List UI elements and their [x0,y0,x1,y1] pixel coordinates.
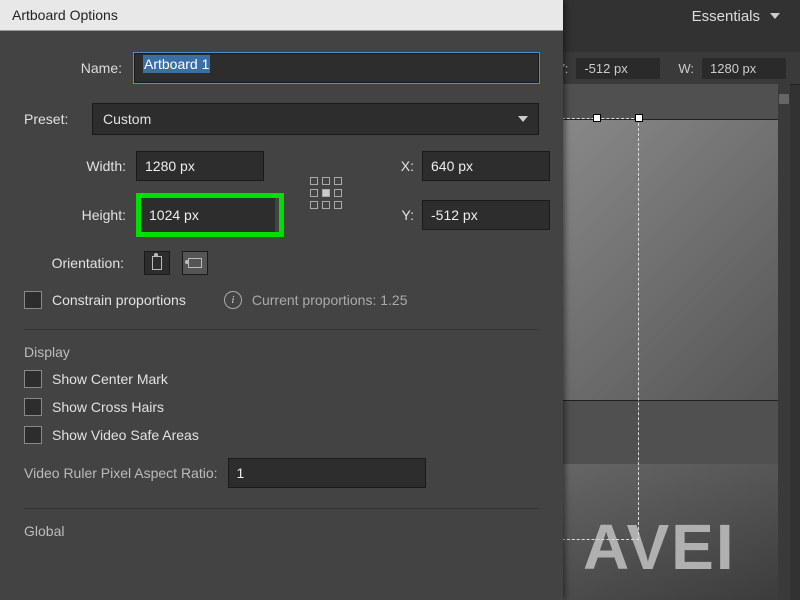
reference-point-grid[interactable] [310,177,344,211]
width-label: Width: [24,158,136,174]
separator [24,508,539,509]
selection-handle[interactable] [636,115,642,121]
height-input[interactable] [141,198,275,232]
aspect-ratio-input[interactable] [228,458,426,488]
show-video-safe-label: Show Video Safe Areas [52,427,199,443]
current-proportions-label: Current proportions: 1.25 [252,292,408,308]
workspace-switcher[interactable]: Essentials [692,0,780,32]
x-input[interactable] [422,151,550,181]
width-input[interactable] [136,151,264,181]
global-heading: Global [24,523,539,539]
name-label: Name: [24,60,134,76]
chevron-down-icon [770,13,780,19]
preset-label: Preset: [24,111,92,127]
preset-value: Custom [103,111,151,127]
portrait-icon [152,256,162,270]
orientation-landscape-button[interactable] [182,251,208,275]
canvas-area[interactable]: AVEI [563,84,790,600]
chevron-down-icon [518,116,528,122]
height-highlight [136,193,284,237]
y-input[interactable] [422,200,550,230]
landscape-icon [188,258,202,268]
info-icon: i [224,291,242,309]
show-cross-hairs-label: Show Cross Hairs [52,399,164,415]
selection-bounds [557,118,639,540]
aspect-ratio-label: Video Ruler Pixel Aspect Ratio: [24,465,218,481]
show-center-mark-label: Show Center Mark [52,371,168,387]
display-heading: Display [24,344,539,360]
vertical-scrollbar[interactable] [778,84,790,600]
y-label: Y: [374,207,422,223]
orientation-label: Orientation: [24,255,132,271]
prop-y-value[interactable]: -512 px [576,58,660,79]
preset-dropdown[interactable]: Custom [92,103,539,135]
scrollbar-thumb[interactable] [779,94,789,104]
x-label: X: [374,158,422,174]
show-video-safe-checkbox[interactable] [24,426,42,444]
constrain-proportions-label: Constrain proportions [52,292,186,308]
prop-w-value[interactable]: 1280 px [702,58,786,79]
separator [24,329,539,330]
artboard-options-dialog: Artboard Options Name: Artboard 1 Preset… [0,0,563,600]
name-input[interactable] [134,53,539,83]
show-center-mark-checkbox[interactable] [24,370,42,388]
workspace-label: Essentials [692,8,760,25]
constrain-proportions-checkbox[interactable] [24,291,42,309]
height-label: Height: [24,207,136,223]
prop-w-label: W: [678,61,694,76]
selection-handle[interactable] [594,115,600,121]
reference-point-center[interactable] [322,189,330,197]
orientation-portrait-button[interactable] [144,251,170,275]
dialog-title: Artboard Options [0,0,563,31]
show-cross-hairs-checkbox[interactable] [24,398,42,416]
